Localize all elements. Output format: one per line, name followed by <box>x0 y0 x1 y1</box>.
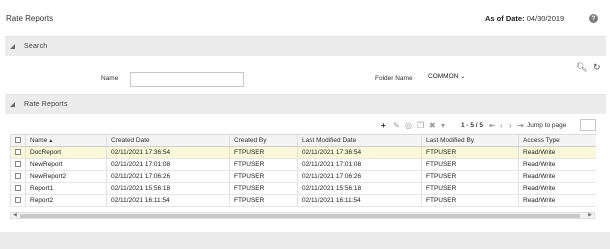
cell-access-type: Read/Write <box>518 170 596 183</box>
folder-name-label: Folder Name <box>375 75 413 82</box>
as-of-date-value: 04/30/2019 <box>526 14 565 23</box>
cell-access-type: Read/Write <box>518 146 596 159</box>
cell-created-date: 02/11/2021 15:56:18 <box>106 182 230 195</box>
table-row[interactable]: NewReport2 02/11/2021 17:06:26 FTPUSER 02/1… <box>10 170 596 183</box>
help-icon[interactable]: ? <box>589 14 598 23</box>
name-label: Name <box>101 75 119 82</box>
row-checkbox[interactable] <box>15 173 21 180</box>
as-of-date-label: As of Date: <box>485 14 525 23</box>
table-row[interactable]: DocReport 02/11/2021 17:36:54 FTPUSER 02/11… <box>10 146 596 159</box>
cell-created-by: FTPUSER <box>229 146 298 159</box>
previous-page-icon[interactable]: ‹ <box>500 121 503 130</box>
delete-icon[interactable]: ✖ <box>429 121 436 130</box>
scroll-right-icon[interactable]: ▶ <box>588 212 592 218</box>
reports-table: Name▲ Created Date Created By Last Modif… <box>10 134 596 207</box>
cell-created-date: 02/11/2021 17:01:08 <box>106 158 230 171</box>
column-header-created-by[interactable]: Created By <box>229 134 298 147</box>
sort-asc-icon[interactable]: ▲ <box>48 138 53 144</box>
cell-created-date: 02/11/2021 16:11:54 <box>106 194 230 207</box>
cell-last-modified-date: 02/11/2021 17:01:08 <box>297 158 422 171</box>
folder-name-value: COMMON <box>428 73 459 80</box>
collapse-triangle-icon[interactable] <box>10 102 15 107</box>
cell-name[interactable]: Report2 <box>25 194 107 207</box>
cell-last-modified-by: FTPUSER <box>421 170 519 183</box>
row-checkbox-cell[interactable] <box>10 194 26 207</box>
edit-icon[interactable]: ✎ <box>393 121 400 130</box>
column-header-name[interactable]: Name▲ <box>25 134 107 147</box>
cell-created-date: 02/11/2021 17:06:26 <box>106 170 230 183</box>
search-section-header[interactable]: Search <box>5 36 606 56</box>
cell-last-modified-date: 02/11/2021 17:06:26 <box>297 170 422 183</box>
column-header-created-date[interactable]: Created Date <box>106 134 230 147</box>
cell-name[interactable]: NewReport2 <box>25 170 107 183</box>
cell-access-type: Read/Write <box>518 182 596 195</box>
page-title: Rate Reports <box>6 14 54 23</box>
table-toolbar: + ✎ ◎ ❐ ✖ ▾ 1 - 5 / 5 ⇤ ‹ › ⇥ Jump to pa… <box>0 121 610 133</box>
jump-to-page-input[interactable] <box>580 119 596 131</box>
table-row[interactable]: Report1 02/11/2021 15:56:18 FTPUSER 02/11/2… <box>10 182 596 195</box>
reset-icon[interactable]: ↻ <box>593 62 601 72</box>
cell-last-modified-by: FTPUSER <box>421 146 519 159</box>
rate-reports-section-title: Rate Reports <box>24 101 68 108</box>
jump-to-page-label: Jump to page <box>527 122 567 129</box>
search-panel: 🔍︎ ↻ Name Folder Name COMMON ⌄ <box>5 56 606 94</box>
name-field[interactable] <box>130 72 244 87</box>
row-checkbox-cell[interactable] <box>10 158 26 171</box>
cell-access-type: Read/Write <box>518 158 596 171</box>
collapse-triangle-icon[interactable] <box>10 44 15 49</box>
table-header-row: Name▲ Created Date Created By Last Modif… <box>10 134 596 147</box>
rate-reports-section-header[interactable]: Rate Reports <box>5 94 606 114</box>
more-icon[interactable]: ▾ <box>441 121 445 130</box>
cell-created-by: FTPUSER <box>229 182 298 195</box>
row-checkbox-cell[interactable] <box>10 170 26 183</box>
first-page-icon[interactable]: ⇤ <box>489 121 496 130</box>
scrollbar-thumb[interactable] <box>20 214 580 218</box>
search-section-title: Search <box>24 43 48 50</box>
row-checkbox[interactable] <box>15 197 21 204</box>
as-of-date: As of Date: 04/30/2019 <box>485 14 564 23</box>
footer-bar <box>0 232 610 249</box>
cell-created-by: FTPUSER <box>229 194 298 207</box>
cell-last-modified-date: 02/11/2021 17:36:54 <box>297 146 422 159</box>
last-page-icon[interactable]: ⇥ <box>517 121 524 130</box>
horizontal-scrollbar[interactable]: ◀ ▶ <box>10 212 595 219</box>
cell-last-modified-date: 02/11/2021 16:11:54 <box>297 194 422 207</box>
search-icon[interactable]: 🔍︎ <box>576 62 587 72</box>
table-row[interactable]: Report2 02/11/2021 16:11:54 FTPUSER 02/11/2… <box>10 194 596 207</box>
table-row[interactable]: NewReport 02/11/2021 17:01:08 FTPUSER 02/11… <box>10 158 596 171</box>
add-icon[interactable]: + <box>381 121 386 130</box>
cell-access-type: Read/Write <box>518 194 596 207</box>
cell-name[interactable]: Report1 <box>25 182 107 195</box>
cell-created-by: FTPUSER <box>229 158 298 171</box>
select-all-cell[interactable] <box>10 134 26 147</box>
row-checkbox[interactable] <box>15 149 21 156</box>
row-checkbox[interactable] <box>15 161 21 168</box>
row-checkbox-cell[interactable] <box>10 182 26 195</box>
column-header-last-modified-by[interactable]: Last Modified By <box>421 134 519 147</box>
folder-name-select[interactable]: COMMON ⌄ <box>428 73 465 80</box>
cell-name[interactable]: DocReport <box>25 146 107 159</box>
cell-created-by: FTPUSER <box>229 170 298 183</box>
next-page-icon[interactable]: › <box>509 121 512 130</box>
cell-last-modified-date: 02/11/2021 15:56:18 <box>297 182 422 195</box>
chevron-down-icon: ⌄ <box>460 74 466 80</box>
cell-last-modified-by: FTPUSER <box>421 158 519 171</box>
row-checkbox[interactable] <box>15 185 21 192</box>
cell-last-modified-by: FTPUSER <box>421 194 519 207</box>
copy-icon[interactable]: ❐ <box>417 121 424 130</box>
search-actions: 🔍︎ ↻ <box>576 62 604 73</box>
cell-last-modified-by: FTPUSER <box>421 182 519 195</box>
column-header-last-modified-date[interactable]: Last Modified Date <box>297 134 422 147</box>
cell-created-date: 02/11/2021 17:36:54 <box>106 146 230 159</box>
column-header-access-type[interactable]: Access Type <box>518 134 596 147</box>
scroll-left-icon[interactable]: ◀ <box>13 212 17 218</box>
pager-status: 1 - 5 / 5 <box>461 122 484 129</box>
page-header: Rate Reports As of Date: 04/30/2019 ? <box>0 0 610 36</box>
view-icon[interactable]: ◎ <box>405 121 412 130</box>
cell-name[interactable]: NewReport <box>25 158 107 171</box>
select-all-checkbox[interactable] <box>15 137 21 144</box>
row-checkbox-cell[interactable] <box>10 146 26 159</box>
